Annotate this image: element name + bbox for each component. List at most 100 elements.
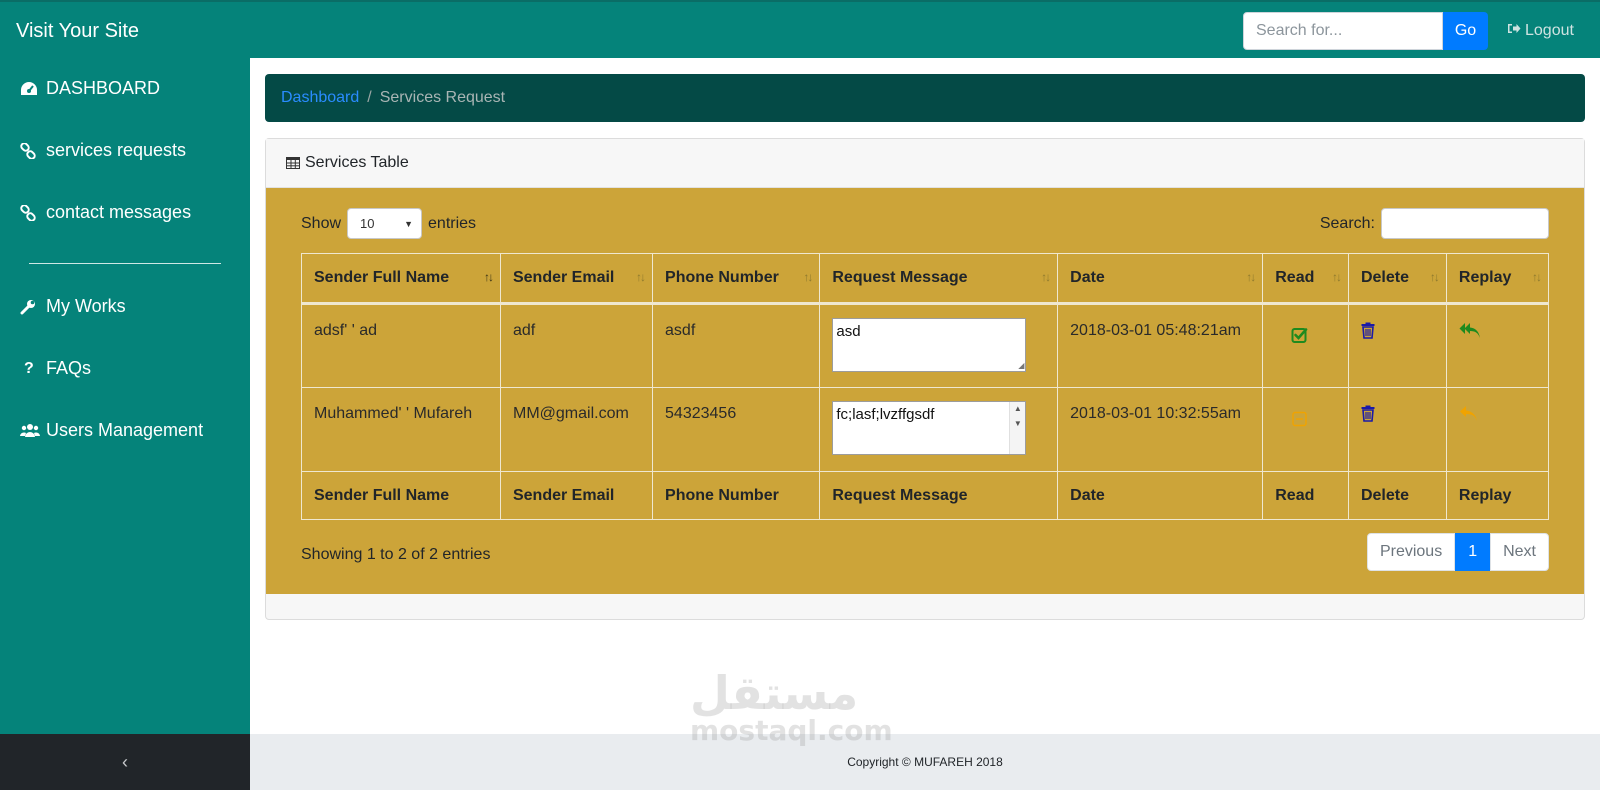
footer: Copyright © MUFAREH 2018 [250, 734, 1600, 790]
sort-icon: ↑↓ [1429, 270, 1440, 284]
sidebar-item-dashboard[interactable]: DASHBOARD [20, 78, 160, 99]
navbar-search-input[interactable] [1243, 12, 1443, 50]
cell-sender-email: MM@gmail.com [499, 387, 654, 472]
scroll-down-icon: ▼ [1013, 419, 1022, 428]
navbar-search: Go [1243, 12, 1488, 50]
cell-replay [1445, 303, 1550, 388]
cell-delete [1347, 303, 1447, 388]
search-go-button[interactable]: Go [1443, 12, 1488, 50]
reply-all-icon[interactable] [1459, 322, 1481, 339]
table-search-input[interactable] [1381, 208, 1549, 239]
column-header-request-message[interactable]: Request Message ↑↓ [819, 253, 1059, 305]
top-navbar: Visit Your Site Go Logout [0, 0, 1600, 58]
brand-title[interactable]: Visit Your Site [16, 20, 139, 43]
cell-sender-name: Muhammed' ' Mufareh [301, 387, 501, 472]
table-row: adsf' ' ad adf asdf asd ◢ 2018-03-01 05:… [301, 303, 1550, 388]
sidebar-toggle-button[interactable]: ‹ [0, 734, 250, 790]
cell-read [1262, 303, 1349, 388]
column-header-sender-name[interactable]: Sender Full Name ↑↓ [301, 253, 501, 305]
minus-square-icon[interactable] [1291, 409, 1309, 427]
column-header-read[interactable]: Read ↑↓ [1262, 253, 1349, 305]
breadcrumb-current: Services Request [379, 89, 506, 106]
request-message-textarea[interactable]: asd ◢ [832, 318, 1027, 372]
next-page-button[interactable]: Next [1490, 533, 1549, 571]
scroll-up-icon: ▲ [1013, 404, 1022, 413]
cell-sender-email: adf [499, 303, 654, 388]
sort-icon: ↑↓ [1532, 270, 1542, 284]
cell-replay [1445, 387, 1550, 472]
footer-request-message: Request Message [819, 471, 1059, 520]
column-header-phone-number[interactable]: Phone Number ↑↓ [652, 253, 821, 305]
column-header-date[interactable]: Date ↑↓ [1057, 253, 1264, 305]
column-header-sender-email[interactable]: Sender Email ↑↓ [499, 253, 654, 305]
footer-delete: Delete [1347, 471, 1447, 520]
table-search-control: Search: [1320, 208, 1549, 239]
sort-icon: ↑↓ [483, 270, 494, 284]
resize-handle-icon[interactable]: ◢ [1018, 361, 1024, 370]
cell-request-message: asd ◢ [819, 303, 1059, 388]
datatable-wrapper: Show 10 ▼ entries Search: Sender Full Na… [266, 188, 1584, 594]
sidebar-item-label: Users Management [46, 420, 204, 440]
cell-date: 2018-03-01 05:48:21am [1057, 303, 1264, 388]
breadcrumb-separator: / [367, 89, 372, 106]
page-length-control: Show 10 ▼ entries [301, 208, 476, 239]
sort-icon: ↑↓ [636, 270, 646, 284]
sidebar-item-faqs[interactable]: ? FAQs [20, 358, 91, 379]
page-1-button[interactable]: 1 [1455, 533, 1491, 571]
footer-sender-email: Sender Email [499, 471, 654, 520]
watermark-latin: mostaql.com [690, 714, 893, 747]
watermark-arabic: مستقل [690, 666, 859, 720]
sidebar-item-label: My Works [46, 296, 126, 316]
card-title: Services Table [305, 154, 409, 171]
table-icon [286, 157, 300, 169]
watermark: مستقل mostaql.com [690, 670, 893, 746]
previous-page-button[interactable]: Previous [1366, 533, 1456, 571]
sort-icon: ↑↓ [1331, 270, 1342, 284]
sidebar-item-label: FAQs [46, 358, 92, 378]
sort-icon: ↑↓ [1041, 270, 1051, 284]
cell-sender-name: adsf' ' ad [301, 303, 501, 388]
footer-sender-name: Sender Full Name [301, 471, 501, 520]
logout-label: Logout [1525, 22, 1574, 39]
link-icon [20, 204, 46, 221]
table-info: Showing 1 to 2 of 2 entries [301, 546, 491, 563]
logout-link[interactable]: Logout [1507, 22, 1574, 40]
column-header-replay[interactable]: Replay ↑↓ [1445, 253, 1550, 305]
reply-icon[interactable] [1459, 405, 1479, 422]
footer-read: Read [1262, 471, 1349, 520]
check-square-icon[interactable] [1291, 326, 1309, 344]
pagination: Previous 1 Next [1366, 533, 1549, 571]
card-header: Services Table [266, 139, 1584, 188]
scrollbar[interactable]: ▲ ▼ [1009, 402, 1026, 454]
sidebar-item-services-requests[interactable]: services requests [20, 140, 186, 161]
sidebar: DASHBOARD services requests contact mess… [0, 58, 250, 734]
breadcrumb-dashboard-link[interactable]: Dashboard [281, 89, 359, 107]
column-header-delete[interactable]: Delete ↑↓ [1347, 253, 1447, 305]
trash-icon[interactable] [1361, 322, 1375, 339]
breadcrumb: Dashboard / Services Request [265, 74, 1585, 122]
sidebar-item-my-works[interactable]: My Works [20, 296, 126, 317]
footer-date: Date [1057, 471, 1264, 520]
page-length-select[interactable]: 10 ▼ [347, 208, 423, 239]
cell-date: 2018-03-01 10:32:55am [1057, 387, 1264, 472]
sidebar-item-label: services requests [46, 140, 187, 160]
caret-down-icon: ▼ [404, 218, 414, 229]
sidebar-item-users-management[interactable]: Users Management [20, 420, 203, 441]
request-message-textarea[interactable]: fc;lasf;lvzffgsdf ▲ ▼ [832, 401, 1027, 455]
users-icon [20, 423, 46, 439]
chevron-left-icon: ‹ [122, 751, 128, 772]
trash-icon[interactable] [1361, 405, 1375, 422]
question-icon: ? [24, 359, 34, 377]
cell-phone-number: asdf [652, 303, 821, 388]
sort-icon: ↑↓ [803, 270, 813, 284]
cell-request-message: fc;lasf;lvzffgsdf ▲ ▼ [819, 387, 1059, 472]
cell-phone-number: 54323456 [652, 387, 821, 472]
cell-delete [1347, 387, 1447, 472]
sort-icon: ↑↓ [1246, 270, 1256, 284]
sign-out-icon [1507, 22, 1521, 40]
sidebar-item-contact-messages[interactable]: contact messages [20, 202, 191, 223]
footer-replay: Replay [1445, 471, 1550, 520]
link-icon [20, 142, 46, 159]
services-table: Sender Full Name ↑↓ Sender Email ↑↓ Phone … [301, 253, 1550, 520]
tachometer-icon [20, 81, 46, 97]
